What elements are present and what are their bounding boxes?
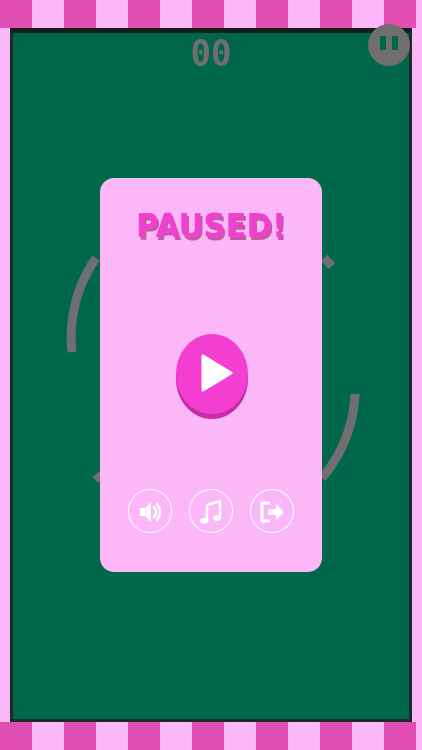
paused-title: PAUSED! bbox=[136, 206, 286, 245]
music-toggle-button[interactable] bbox=[189, 489, 233, 533]
pause-icon bbox=[380, 36, 386, 50]
exit-arrow-icon bbox=[260, 501, 284, 523]
play-icon bbox=[201, 354, 233, 392]
music-note-icon bbox=[200, 499, 222, 524]
sound-toggle-button[interactable] bbox=[128, 489, 172, 533]
pause-icon-bar bbox=[392, 36, 398, 50]
pause-button[interactable] bbox=[368, 24, 410, 66]
speaker-icon bbox=[140, 502, 162, 522]
score-counter: 00 bbox=[190, 33, 232, 75]
exit-button[interactable] bbox=[250, 489, 294, 533]
resume-play-button[interactable] bbox=[176, 334, 248, 414]
